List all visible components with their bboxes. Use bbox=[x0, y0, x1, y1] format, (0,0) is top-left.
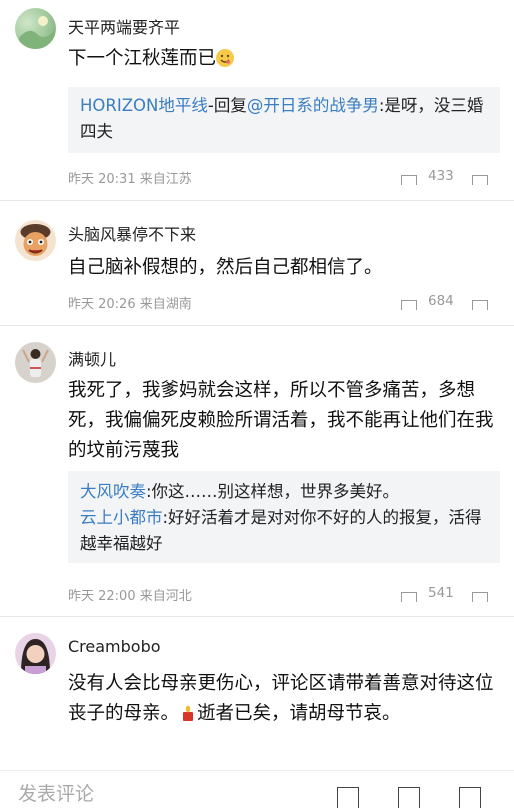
comment-text: 没有人会比母亲更伤心，评论区请带着善意对待这位丧子的母亲。 逝者已矣，请胡母节哀。 bbox=[68, 669, 498, 729]
person-photo-icon bbox=[21, 639, 50, 674]
reply-author[interactable]: HORIZON地平线 bbox=[80, 96, 208, 115]
reply-mention[interactable]: @开日系的战争男 bbox=[247, 96, 379, 115]
reply-quote: HORIZON地平线-回复@开日系的战争男:是呀，没三婚四夫 bbox=[68, 87, 500, 153]
like-icon[interactable] bbox=[401, 592, 417, 602]
comment-meta: 昨天 20:31 来自江苏 bbox=[68, 168, 192, 187]
comment-item: 头脑风暴停不下来 自己脑补假想的，然后自己都相信了。 昨天 20:26 来自湖南… bbox=[0, 201, 514, 325]
comment-item: 天平两端要齐平 下一个江秋莲而已 HORIZON地平线-回复@开日系的战争男:是… bbox=[0, 0, 514, 200]
username[interactable]: Creambobo bbox=[68, 637, 161, 656]
reply-icon[interactable] bbox=[472, 175, 488, 185]
cartoon-face-icon bbox=[20, 224, 51, 256]
like-icon[interactable] bbox=[401, 175, 417, 185]
avatar[interactable] bbox=[15, 633, 56, 674]
comment-item: Creambobo 没有人会比母亲更伤心，评论区请带着善意对待这位丧子的母亲。逝… bbox=[0, 617, 514, 770]
location: 来自江苏 bbox=[139, 172, 192, 187]
reply-prefix: -回复 bbox=[207, 96, 247, 115]
reply-quote: 大风吹奏:你这……别这样想，世界多美好。 云上小都市:好好活着才是对对你不好的人… bbox=[68, 471, 500, 563]
comment-meta: 昨天 20:26 来自湖南 bbox=[68, 293, 192, 312]
reply-author[interactable]: 大风吹奏 bbox=[80, 482, 146, 501]
comment-footer-bar: 发表评论 bbox=[0, 770, 514, 808]
comment-text: 下一个江秋莲而已 bbox=[68, 44, 498, 74]
location: 来自河北 bbox=[139, 589, 192, 604]
timestamp: 昨天 20:31 bbox=[68, 172, 136, 187]
reply-line: 云上小都市:好好活着才是对对你不好的人的报复，活得越幸福越好 bbox=[80, 505, 488, 557]
comment-text: 我死了，我爹妈就会这样，所以不管多痛苦，多想死，我偏偏死皮赖脸所谓活着，我不能再… bbox=[68, 380, 494, 461]
reply-line: 大风吹奏:你这……别这样想，世界多美好。 bbox=[80, 479, 488, 505]
comment-item: 满顿儿 我死了，我爹妈就会这样，所以不管多痛苦，多想死，我偏偏死皮赖脸所谓活着，… bbox=[0, 326, 514, 616]
username[interactable]: 头脑风暴停不下来 bbox=[68, 221, 196, 245]
comment-text: 自己脑补假想的，然后自己都相信了。 bbox=[68, 257, 383, 278]
reply-author[interactable]: 云上小都市 bbox=[80, 508, 163, 527]
share-icon[interactable] bbox=[459, 787, 481, 808]
avatar[interactable] bbox=[15, 8, 56, 49]
favorite-icon[interactable] bbox=[398, 787, 420, 808]
person-photo-icon bbox=[22, 349, 49, 377]
comment-icon[interactable] bbox=[337, 787, 359, 808]
like-count: 684 bbox=[428, 293, 454, 309]
comment-text-content: 下一个江秋莲而已 bbox=[68, 48, 217, 69]
comment-meta: 昨天 22:00 来自河北 bbox=[68, 585, 192, 604]
timestamp: 昨天 20:26 bbox=[68, 297, 136, 312]
like-count: 433 bbox=[428, 168, 454, 184]
landscape-icon bbox=[19, 16, 55, 49]
avatar[interactable] bbox=[15, 342, 56, 383]
reply-text: :你这……别这样想，世界多美好。 bbox=[146, 482, 400, 501]
timestamp: 昨天 22:00 bbox=[68, 589, 136, 604]
like-icon[interactable] bbox=[401, 300, 417, 310]
avatar[interactable] bbox=[15, 220, 56, 261]
location: 来自湖南 bbox=[139, 297, 192, 312]
username[interactable]: 满顿儿 bbox=[68, 346, 116, 370]
reply-icon[interactable] bbox=[472, 300, 488, 310]
yum-face-emoji bbox=[216, 49, 235, 67]
username[interactable]: 天平两端要齐平 bbox=[68, 14, 180, 38]
comment-text-content: 逝者已矣，请胡母节哀。 bbox=[197, 703, 401, 724]
like-count: 541 bbox=[428, 585, 454, 601]
candle-emoji bbox=[179, 704, 198, 722]
reply-icon[interactable] bbox=[472, 592, 488, 602]
comment-input[interactable]: 发表评论 bbox=[18, 779, 94, 806]
